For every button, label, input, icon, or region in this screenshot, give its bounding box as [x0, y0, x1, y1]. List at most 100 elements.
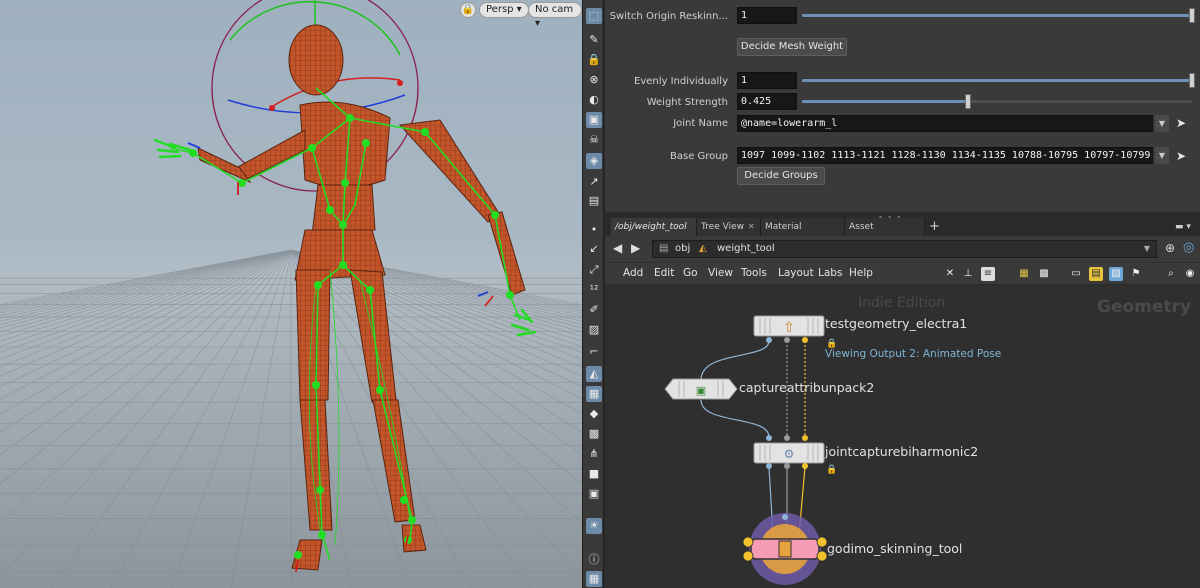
tools-icon[interactable]: ✕	[943, 267, 957, 281]
brush-icon[interactable]: ✐	[586, 302, 602, 318]
lock-icon[interactable]: 🔒	[586, 52, 602, 68]
pane-tab-bar: /obj/weight_tool Tree View✕ Material Pal…	[605, 218, 1200, 250]
wire-icon[interactable]: ◈	[586, 153, 602, 169]
add-tab-button[interactable]: +	[927, 218, 941, 236]
measure-icon[interactable]: ⤢	[586, 262, 602, 278]
chevron-down-icon[interactable]: ▼	[1144, 241, 1150, 257]
edge-icon[interactable]: ↙	[586, 241, 602, 257]
lock-icon: 🔒	[461, 4, 475, 15]
tab-tree-view[interactable]: Tree View ✕	[697, 218, 761, 236]
node-captureattribunpack2[interactable]: ▣	[664, 378, 738, 400]
hierarchy-icon[interactable]: ⋔	[586, 446, 602, 462]
display-icon[interactable]: ▣	[586, 112, 602, 128]
number-icon[interactable]: ¹²	[586, 282, 602, 298]
viewport-toolbar: ⬚ ✎ 🔒 ⊗ ◐ ▣ ☠ ◈ ↗ ▤ • ↙ ⤢ ¹² ✐ ▨ ⌐ ◭ ▦ ◆…	[582, 0, 604, 588]
tab-material-palette[interactable]: Material Palette✕	[761, 218, 845, 250]
menu-go[interactable]: Go	[683, 267, 698, 279]
weight-strength-slider[interactable]	[802, 100, 968, 103]
menu-view[interactable]: View	[708, 267, 733, 279]
grid-icon[interactable]: ▩	[1037, 267, 1051, 281]
shading-icon[interactable]: ◐	[586, 92, 602, 108]
point-icon[interactable]: •	[586, 222, 602, 238]
evenly-individually-field[interactable]: 1	[737, 72, 797, 89]
path-node[interactable]: weight_tool	[717, 241, 775, 257]
joint-name-dropdown[interactable]: ▼	[1155, 115, 1169, 132]
evenly-individually-label: Evenly Individually	[634, 76, 728, 87]
transform-icon[interactable]: ↗	[586, 174, 602, 190]
decide-groups-button[interactable]: Decide Groups	[737, 167, 825, 185]
tab-weight-tool[interactable]: /obj/weight_tool	[611, 218, 697, 236]
uv-icon[interactable]: ▦	[586, 386, 602, 402]
node-godimo-skinning-tool[interactable]	[742, 513, 828, 585]
switch-origin-slider[interactable]	[802, 14, 1192, 17]
network-editor[interactable]: Indie Edition Geometry ⇧ ▣ ⚙ 🔒 🔒 testgeo…	[605, 285, 1200, 588]
node-testgeometry-electra1[interactable]: ⇧	[753, 315, 825, 343]
link-icon[interactable]: ◎	[1183, 240, 1194, 255]
persp-camera-menu[interactable]: Persp ▾	[479, 2, 529, 18]
menu-tools[interactable]: Tools	[741, 267, 767, 279]
corner-icon[interactable]: ⌐	[586, 344, 602, 360]
decide-mesh-weight-button[interactable]: Decide Mesh Weight	[737, 38, 847, 56]
tab-asset-browser[interactable]: Asset Browser✕	[845, 218, 925, 250]
light-icon[interactable]: ☀	[586, 518, 602, 534]
forward-arrow-icon[interactable]: ▶	[631, 241, 640, 255]
joint-select-arrow-icon[interactable]: ➤	[1176, 116, 1188, 130]
base-group-field[interactable]: 1097 1099-1102 1113-1121 1128-1130 1134-…	[737, 147, 1153, 164]
list-icon[interactable]: ≡	[981, 267, 995, 281]
switch-origin-field[interactable]: 1	[737, 7, 797, 24]
weight-strength-label: Weight Strength	[646, 97, 728, 108]
align-icon[interactable]: ⊥	[961, 267, 975, 281]
menu-edit[interactable]: Edit	[654, 267, 674, 279]
ghost-icon[interactable]: ◭	[586, 366, 602, 382]
slider-knob[interactable]	[1189, 73, 1195, 88]
menu-help[interactable]: Help	[849, 267, 873, 279]
sticky-note-icon[interactable]: ▤	[1089, 267, 1103, 281]
chevron-down-icon: ▼	[1158, 151, 1166, 160]
node-label-jointcapturebiharmonic2: jointcapturebiharmonic2	[825, 444, 979, 459]
slider-remainder[interactable]	[968, 100, 1192, 103]
viewport-lock-button[interactable]: 🔒	[460, 2, 476, 18]
pose-tool-icon[interactable]: ✎	[586, 32, 602, 48]
grid-icon[interactable]: ▩	[586, 426, 602, 442]
pane-menu-icon[interactable]: ▬ ▾	[1171, 218, 1199, 236]
chevron-down-icon: ▼	[1158, 119, 1166, 128]
close-icon[interactable]: ✕	[748, 222, 755, 231]
layout-icon[interactable]: ▦	[586, 571, 602, 587]
search-icon[interactable]: ⌕	[1164, 267, 1178, 281]
weight-strength-field[interactable]: 0.425	[737, 93, 797, 110]
info-icon[interactable]: ⓘ	[586, 552, 602, 568]
group-select-arrow-icon[interactable]: ➤	[1176, 149, 1188, 163]
snap-icon[interactable]: ⊗	[586, 72, 602, 88]
menu-layout[interactable]: Layout	[778, 267, 814, 279]
flag-icon[interactable]: ⚑	[1129, 267, 1143, 281]
evenly-individually-slider[interactable]	[802, 79, 1192, 82]
network-path-field[interactable]: ▤ obj ◭ weight_tool ▼	[652, 240, 1157, 258]
diamond-icon[interactable]: ◆	[586, 406, 602, 422]
paint-icon[interactable]: ▨	[586, 322, 602, 338]
base-group-dropdown[interactable]: ▼	[1155, 147, 1169, 164]
camera-icon[interactable]: ▤	[586, 193, 602, 209]
back-arrow-icon[interactable]: ◀	[613, 241, 622, 255]
pin-icon[interactable]: ⊕	[1165, 241, 1175, 255]
stop-icon[interactable]: ■	[586, 466, 602, 482]
slider-knob[interactable]	[965, 94, 971, 109]
image-icon[interactable]: ▨	[1109, 267, 1123, 281]
scene-viewport[interactable]: 🔒 Persp ▾ No cam ▾	[0, 0, 582, 588]
svg-text:🔒: 🔒	[826, 464, 837, 475]
camera-menu[interactable]: No cam ▾	[528, 2, 582, 29]
path-root[interactable]: obj	[675, 241, 690, 257]
palette-icon[interactable]: ▦	[1017, 267, 1031, 281]
menu-add[interactable]: Add	[623, 267, 643, 279]
menu-labs[interactable]: Labs	[818, 267, 842, 279]
skeleton-icon[interactable]: ☠	[586, 132, 602, 148]
node-jointcapturebiharmonic2[interactable]: ⚙	[753, 435, 825, 469]
joint-name-label: Joint Name	[673, 118, 728, 129]
viewport-scene	[0, 0, 582, 588]
visibility-icon[interactable]: ◉	[1183, 267, 1197, 281]
network-box-icon[interactable]: ▭	[1069, 267, 1083, 281]
select-tool-icon[interactable]: ⬚	[586, 8, 602, 24]
slider-knob[interactable]	[1189, 8, 1195, 23]
base-group-label: Base Group	[670, 151, 728, 162]
joint-name-field[interactable]: @name=lowerarm_l	[737, 115, 1153, 132]
render-icon[interactable]: ▣	[586, 486, 602, 502]
